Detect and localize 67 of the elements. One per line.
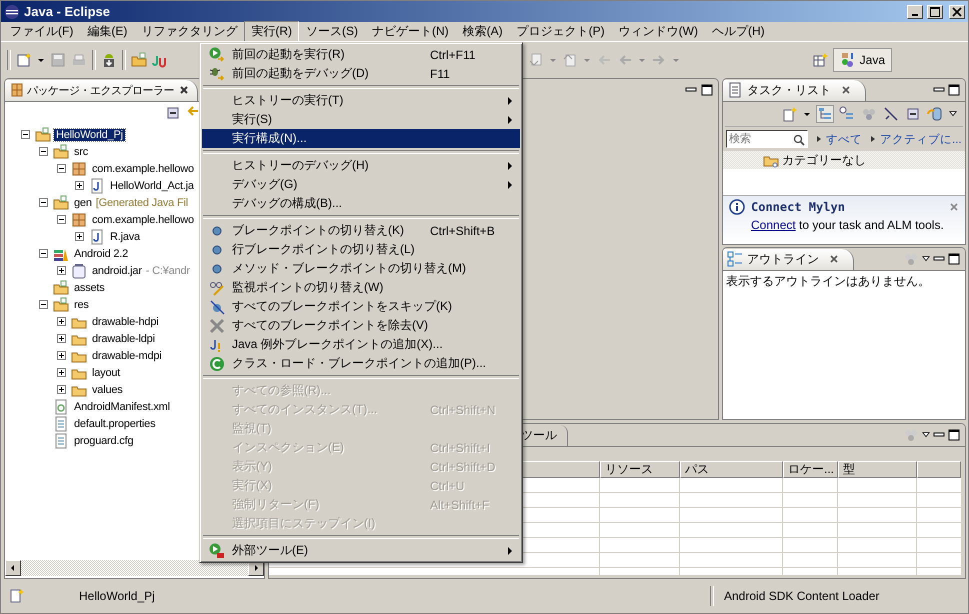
menu-item[interactable]: すべてのブレークポイントをスキップ(K) — [202, 297, 520, 316]
menu-item[interactable]: 実行構成(N)... — [202, 129, 520, 148]
menu-item[interactable]: ソース(S) — [299, 21, 365, 42]
tree-item[interactable]: HelloWorld_Act.ja — [108, 180, 196, 192]
tree-item[interactable]: com.example.hellowo — [90, 162, 196, 174]
tree-item[interactable]: Android 2.2 — [72, 248, 130, 260]
outline-message: 表示するアウトラインはありません。 — [723, 271, 965, 419]
menu-item[interactable]: 編集(E) — [80, 21, 134, 42]
category-row[interactable]: カテゴリーなし — [723, 151, 965, 169]
search-field[interactable]: 検索 — [726, 130, 808, 148]
menu-item[interactable]: 前回の起動をデバッグ(D) F11 — [202, 64, 520, 83]
mylyn-title: Connect Mylyn — [751, 200, 845, 214]
tree-item[interactable]: drawable-mdpi — [90, 350, 164, 362]
tree-item[interactable]: assets — [72, 282, 107, 294]
java-perspective-button[interactable]: Java — [832, 48, 892, 72]
column-header[interactable]: リソース — [600, 461, 680, 478]
category-label: カテゴリーなし — [782, 152, 866, 168]
menu-item[interactable]: 検索(A) — [456, 21, 510, 42]
tree-item[interactable]: values — [90, 384, 125, 396]
menu-item[interactable]: 外部ツール(E) — [202, 541, 520, 560]
menu-item[interactable]: ヒストリーの実行(T) — [202, 91, 520, 110]
menu-item[interactable]: リファクタリング — [134, 21, 244, 42]
tree-item[interactable]: layout — [90, 366, 122, 378]
tree-item[interactable]: R.java — [108, 230, 142, 242]
tree-item-note: [Generated Java Fil — [96, 196, 188, 208]
column-header[interactable]: パス — [680, 461, 783, 478]
filter-link[interactable]: すべて — [826, 132, 862, 146]
connect-link[interactable]: Connect — [751, 218, 796, 232]
filter-link[interactable]: アクティブに... — [880, 132, 962, 146]
menu-item[interactable]: ブレークポイントの切り替え(K) Ctrl+Shift+B — [202, 221, 520, 240]
menu-item[interactable]: ヒストリーのデバッグ(H) — [202, 156, 520, 175]
menu-item[interactable]: プロジェクト(P) — [510, 21, 612, 42]
menu-item[interactable]: ナビゲート(N) — [365, 21, 456, 42]
menu-item[interactable]: デバッグ(G) — [202, 175, 520, 194]
menu-item[interactable]: ヘルプ(H) — [705, 21, 772, 42]
tree-item[interactable]: drawable-ldpi — [90, 332, 157, 344]
tree-item[interactable]: proguard.cfg — [72, 434, 136, 446]
tree-item[interactable]: res — [72, 298, 91, 310]
tree-item[interactable]: src — [72, 146, 90, 158]
tree-item[interactable]: AndroidManifest.xml — [72, 400, 172, 412]
column-header[interactable]: ロケー... — [783, 461, 838, 478]
menu-item[interactable]: 行ブレークポイントの切り替え(L) — [202, 240, 520, 259]
menu-item[interactable]: デバッグの構成(B)... — [202, 194, 520, 213]
column-header[interactable]: 型 — [838, 461, 917, 478]
package-explorer-tab[interactable]: パッケージ・エクスプローラー — [5, 80, 198, 100]
tree-item[interactable]: HelloWorld_Pj — [54, 128, 125, 140]
tree-item[interactable]: drawable-hdpi — [90, 316, 160, 328]
mylyn-message: Connect to your task and ALM tools. — [750, 218, 945, 232]
menu-item[interactable]: すべてのブレークポイントを除去(V) — [202, 316, 520, 335]
tree-item[interactable]: gen — [72, 196, 94, 208]
menu-item[interactable]: 前回の起動を実行(R) Ctrl+F11 — [202, 45, 520, 64]
window-title: Java - Eclipse — [24, 4, 110, 19]
menu-item[interactable]: Java 例外ブレークポイントの追加(X)... — [202, 335, 520, 354]
task-list-tab[interactable]: タスク・リスト — [723, 80, 866, 100]
status-text: Android SDK Content Loader — [724, 589, 880, 603]
status-text: HelloWorld_Pj — [79, 589, 155, 603]
tree-item[interactable]: default.properties — [72, 418, 158, 430]
menu-item[interactable]: 監視ポイントの切り替え(W) — [202, 278, 520, 297]
tree-item[interactable]: com.example.hellowo — [90, 214, 196, 226]
outline-tab[interactable]: アウトライン — [723, 248, 854, 270]
tree-item-note: - C:¥andr — [146, 264, 190, 276]
menu-item[interactable]: メソッド・ブレークポイントの切り替え(M) — [202, 259, 520, 278]
menu-item[interactable]: 実行(S) — [202, 110, 520, 129]
menu-item[interactable]: ウィンドウ(W) — [612, 21, 705, 42]
menu-item[interactable]: ファイル(F) — [3, 21, 80, 42]
tree-item[interactable]: android.jar — [90, 264, 144, 276]
menu-item[interactable]: クラス・ロード・ブレークポイントの追加(P)... — [202, 354, 520, 373]
